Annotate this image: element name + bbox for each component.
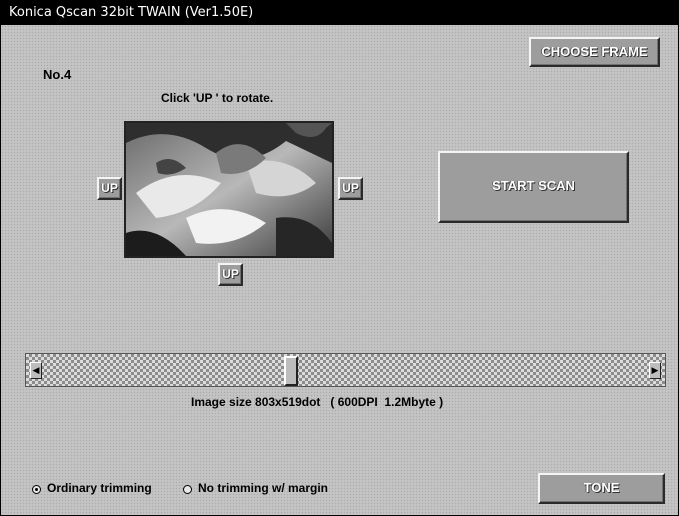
rotate-instruction: Click 'UP ' to rotate. <box>161 91 274 105</box>
rotate-right-up-button[interactable]: UP <box>338 177 363 200</box>
leaves-photo <box>126 123 332 256</box>
preview-image <box>124 121 334 258</box>
scroll-thumb[interactable] <box>284 356 298 386</box>
tone-button[interactable]: TONE <box>538 473 665 504</box>
ordinary-trimming-radio[interactable] <box>32 485 41 494</box>
ordinary-trimming-label[interactable]: Ordinary trimming <box>47 481 152 495</box>
radio-selected-dot <box>35 488 38 491</box>
image-size-info: Image size 803x519dot ( 600DPI 1.2Mbyte … <box>191 395 444 409</box>
no-trimming-label[interactable]: No trimming w/ margin <box>198 481 328 495</box>
window-title: Konica Qscan 32bit TWAIN (Ver1.50E) <box>1 1 678 25</box>
triangle-right-icon: ▶ <box>651 365 659 375</box>
frame-number: No.4 <box>43 67 72 82</box>
choose-frame-button[interactable]: CHOOSE FRAME <box>529 37 660 67</box>
triangle-left-icon: ◀ <box>32 365 40 375</box>
no-trimming-radio[interactable] <box>183 485 192 494</box>
qscan-window: Konica Qscan 32bit TWAIN (Ver1.50E) CHOO… <box>0 0 679 516</box>
rotate-bottom-up-button[interactable]: UP <box>218 263 243 286</box>
resolution-scrollbar[interactable]: ◀ ▶ <box>25 353 666 387</box>
start-scan-button[interactable]: START SCAN <box>438 151 629 223</box>
rotate-left-up-button[interactable]: UP <box>97 177 122 200</box>
scroll-right-arrow[interactable]: ▶ <box>649 362 661 379</box>
scroll-left-arrow[interactable]: ◀ <box>30 362 42 379</box>
